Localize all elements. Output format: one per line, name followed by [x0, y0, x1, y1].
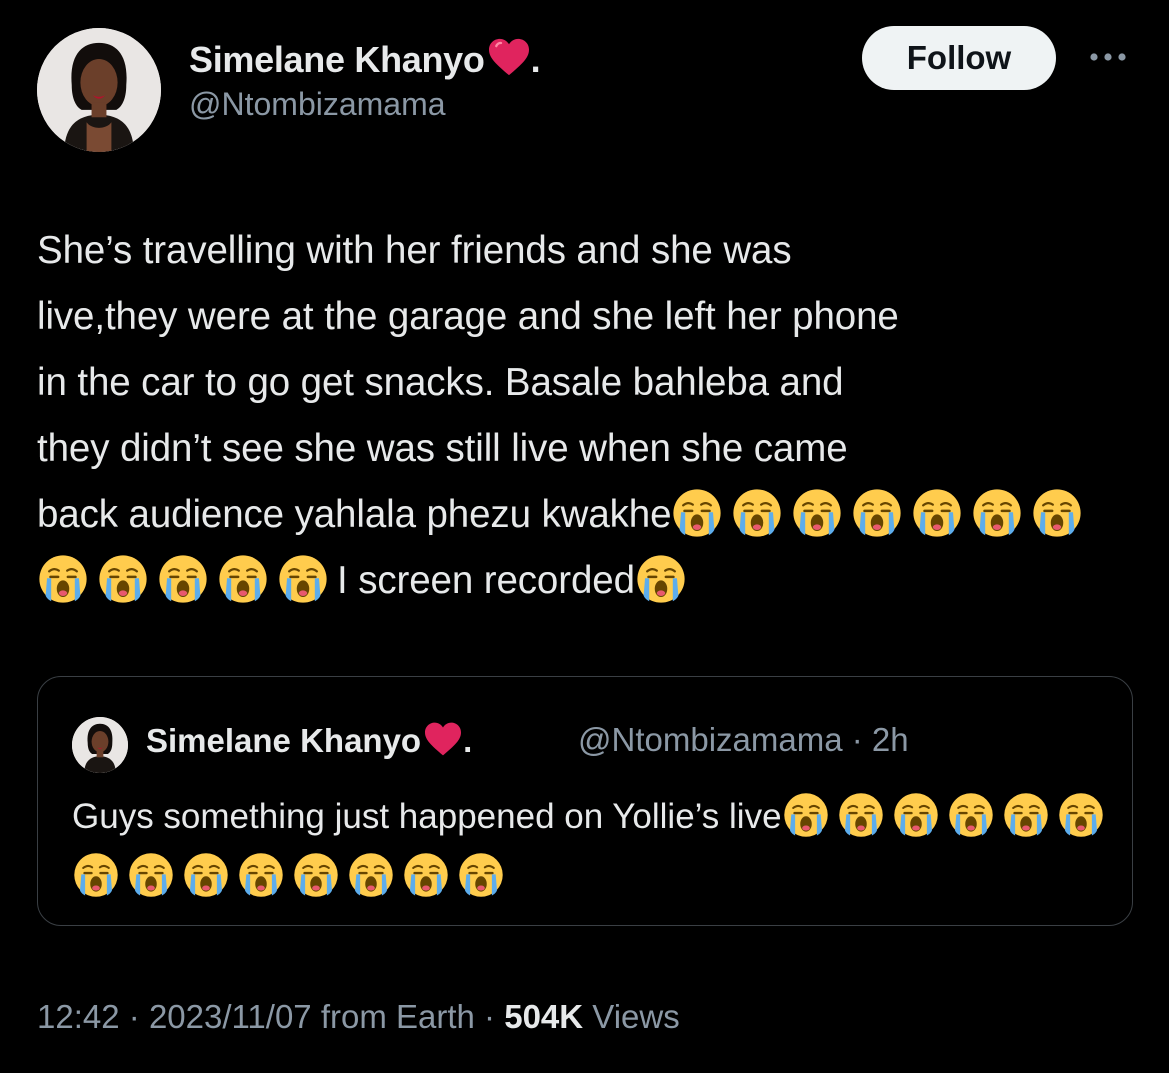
loudly-crying-face-icon [792, 488, 842, 538]
loudly-crying-face-icon [73, 852, 119, 898]
red-heart-icon [423, 721, 463, 765]
quoted-meta: @Ntombizamama · 2h [578, 721, 909, 759]
quoted-name-suffix: . [463, 722, 473, 759]
tweet-date[interactable]: 2023/11/07 [149, 998, 312, 1035]
loudly-crying-face-icon [38, 554, 88, 604]
tweet-text: She’s travelling with her friends and sh… [37, 218, 1137, 614]
loudly-crying-face-icon [972, 488, 1022, 538]
loudly-crying-face-icon [948, 792, 994, 838]
quoted-handle: @Ntombizamama [578, 721, 843, 758]
quoted-text: Guys something just happened on Yollie’s… [72, 787, 1112, 907]
loudly-crying-face-icon [912, 488, 962, 538]
author-name-text: Simelane Khanyo [189, 39, 485, 80]
loudly-crying-face-icon [852, 488, 902, 538]
quoted-name-text: Simelane Khanyo [146, 722, 422, 759]
red-heart-icon [487, 37, 531, 86]
loudly-crying-face-icon [458, 852, 504, 898]
meta-separator: · [128, 998, 140, 1035]
loudly-crying-face-icon [403, 852, 449, 898]
loudly-crying-face-icon [293, 852, 339, 898]
loudly-crying-face-icon [838, 792, 884, 838]
views-label: Views [592, 998, 680, 1035]
loudly-crying-face-icon [1032, 488, 1082, 538]
loudly-crying-face-icon [1003, 792, 1049, 838]
quoted-author-avatar [72, 717, 128, 773]
loudly-crying-face-icon [158, 554, 208, 604]
profile-photo-icon [72, 717, 128, 773]
quoted-author-name: Simelane Khanyo. [146, 721, 472, 765]
author-handle[interactable]: @Ntombizamama [189, 86, 446, 123]
author-name-suffix: . [530, 39, 541, 80]
profile-photo-icon [37, 28, 161, 152]
tweet-meta: 12:42 · 2023/11/07 from Earth · 504K Vie… [37, 998, 680, 1036]
loudly-crying-face-icon [238, 852, 284, 898]
quoted-time: 2h [871, 721, 909, 758]
loudly-crying-face-icon [218, 554, 268, 604]
follow-button[interactable]: Follow [862, 26, 1056, 90]
loudly-crying-face-icon [98, 554, 148, 604]
loudly-crying-face-icon [348, 852, 394, 898]
quoted-tweet[interactable]: Simelane Khanyo. @Ntombizamama · 2h Guys… [37, 676, 1133, 926]
loudly-crying-face-icon [636, 554, 686, 604]
views-count: 504K [504, 998, 584, 1035]
ellipsis-icon [1090, 53, 1126, 61]
loudly-crying-face-icon [1058, 792, 1104, 838]
tweet-text-part-2: I screen recorded [337, 559, 635, 602]
author-avatar[interactable] [37, 28, 161, 152]
meta-separator: · [484, 998, 496, 1035]
loudly-crying-face-icon [128, 852, 174, 898]
quoted-text-body: Guys something just happened on Yollie’s… [72, 797, 782, 836]
author-display-name[interactable]: Simelane Khanyo. [189, 37, 541, 86]
loudly-crying-face-icon [783, 792, 829, 838]
emoji-run-2 [635, 555, 695, 603]
tweet-time[interactable]: 12:42 [37, 998, 120, 1035]
more-options-button[interactable] [1083, 40, 1133, 74]
loudly-crying-face-icon [893, 792, 939, 838]
quoted-separator: · [851, 721, 863, 758]
tweet-card: Simelane Khanyo. @Ntombizamama Follow Sh… [0, 0, 1169, 1073]
tweet-source: from Earth [320, 998, 475, 1035]
loudly-crying-face-icon [732, 488, 782, 538]
loudly-crying-face-icon [672, 488, 722, 538]
loudly-crying-face-icon [183, 852, 229, 898]
loudly-crying-face-icon [278, 554, 328, 604]
